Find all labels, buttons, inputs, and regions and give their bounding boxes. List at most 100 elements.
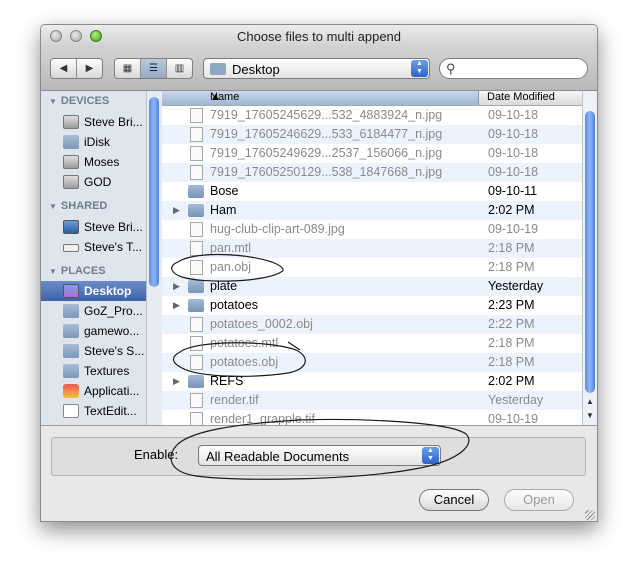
forward-button[interactable]: ▶	[76, 59, 102, 78]
file-date: 2:23 PM	[488, 298, 535, 312]
file-row[interactable]: pan.obj 2:18 PM	[162, 258, 582, 277]
file-row[interactable]: pan.mtl 2:18 PM	[162, 239, 582, 258]
file-row[interactable]: potatoes.obj 2:18 PM	[162, 353, 582, 372]
document-icon	[190, 241, 203, 256]
sidebar-item-applications[interactable]: Applicati...	[41, 381, 145, 401]
sidebar-item-idisk[interactable]: iDisk	[41, 132, 145, 152]
sidebar-item-textures[interactable]: Textures	[41, 361, 145, 381]
location-label: Desktop	[232, 62, 280, 77]
file-row[interactable]: render1_grapple.tif 09-10-19	[162, 410, 582, 425]
sidebar-item-steve-bri-shared[interactable]: Steve Bri...	[41, 217, 145, 237]
file-date: 2:18 PM	[488, 241, 535, 255]
sidebar-scroll-thumb[interactable]	[149, 97, 159, 287]
file-row[interactable]: potatoes.mtl 2:18 PM	[162, 334, 582, 353]
enable-popup[interactable]: All Readable Documents ▲ ▼	[198, 445, 441, 466]
file-list-scroll-thumb[interactable]	[585, 111, 595, 393]
file-name: 7919_17605249629...2537_156066_n.jpg	[210, 146, 443, 160]
file-date: 2:18 PM	[488, 355, 535, 369]
column-view-icon: ▥	[174, 63, 185, 74]
disclosure-triangle-icon[interactable]: ▶	[173, 300, 180, 311]
folder-icon	[63, 304, 79, 318]
file-row[interactable]: render.tif Yesterday	[162, 391, 582, 410]
file-name: potatoes	[210, 298, 258, 312]
cancel-button[interactable]: Cancel	[419, 489, 489, 511]
hard-disk-icon	[63, 155, 79, 169]
folder-icon	[63, 324, 79, 338]
sidebar-item-steves-t[interactable]: Steve's T...	[41, 237, 145, 257]
document-icon	[190, 336, 203, 351]
file-list-scrollbar[interactable]: ▲ ▼	[582, 91, 597, 425]
file-row[interactable]: 7919_17605246629...533_6184477_n.jpg 09-1…	[162, 125, 582, 144]
search-field[interactable]: ⚲	[439, 58, 588, 79]
sidebar-section-places[interactable]: ▼ PLACES	[49, 265, 106, 277]
disclosure-triangle-icon[interactable]: ▶	[173, 205, 180, 216]
file-row[interactable]: ▶ potatoes 2:23 PM	[162, 296, 582, 315]
sidebar-section-devices[interactable]: ▼ DEVICES	[49, 95, 109, 107]
folder-icon	[188, 280, 204, 293]
date-modified-column-header[interactable]: Date Modified	[487, 91, 555, 103]
file-list: Name ▲ Date Modified 7919_17605245629...…	[162, 91, 597, 425]
file-row[interactable]: ▶ REFS 2:02 PM	[162, 372, 582, 391]
file-row[interactable]: 7919_17605250129...538_1847668_n.jpg 09-1…	[162, 163, 582, 182]
file-date: Yesterday	[488, 393, 544, 407]
icon-view-button[interactable]: ▦	[115, 59, 140, 78]
hard-disk-icon	[63, 115, 79, 129]
sidebar-item-steve-bri-disk[interactable]: Steve Bri...	[41, 112, 145, 132]
file-name: Bose	[210, 184, 239, 198]
window-title: Choose files to multi append	[236, 29, 402, 44]
file-row[interactable]: potatoes_0002.obj 2:22 PM	[162, 315, 582, 334]
file-name: render.tif	[210, 393, 259, 407]
idisk-icon	[63, 135, 79, 149]
icon-view-icon: ▦	[122, 63, 133, 74]
open-button[interactable]: Open	[504, 489, 574, 511]
sidebar-item-textedit[interactable]: TextEdit...	[41, 401, 145, 421]
file-row[interactable]: ▶ Ham 2:02 PM	[162, 201, 582, 220]
sidebar-item-goz-pro[interactable]: GoZ_Pro...	[41, 301, 145, 321]
file-date: 2:22 PM	[488, 317, 535, 331]
file-row[interactable]: 7919_17605249629...2537_156066_n.jpg 09-1…	[162, 144, 582, 163]
file-date: 2:02 PM	[488, 374, 535, 388]
folder-icon	[63, 364, 79, 378]
document-icon	[190, 165, 203, 180]
file-date: 09-10-18	[488, 165, 539, 179]
sidebar-item-desktop[interactable]: Desktop	[41, 281, 148, 301]
file-row[interactable]: Bose 09-10-11	[162, 182, 582, 201]
applications-icon	[63, 384, 79, 398]
sidebar-item-steves-s[interactable]: Steve's S...	[41, 341, 145, 361]
sidebar-item-god[interactable]: GOD	[41, 172, 145, 192]
file-date: 09-10-18	[488, 146, 539, 160]
list-view-button[interactable]: ☰	[140, 59, 166, 78]
title-bar[interactable]: Choose files to multi append	[41, 25, 597, 49]
dialog-bottom: Enable: All Readable Documents ▲ ▼ Cancel…	[41, 425, 597, 521]
file-name: 7919_17605246629...533_6184477_n.jpg	[210, 127, 443, 141]
sidebar-item-gamewo[interactable]: gamewo...	[41, 321, 145, 341]
file-row[interactable]: hug-club-clip-art-089.jpg 09-10-19	[162, 220, 582, 239]
sidebar-section-shared[interactable]: ▼ SHARED	[49, 200, 107, 212]
view-mode-control: ▦ ☰ ▥	[114, 58, 193, 79]
disclosure-triangle-icon[interactable]: ▶	[173, 281, 180, 292]
document-icon	[190, 260, 203, 275]
resize-grip-icon[interactable]	[585, 510, 595, 520]
file-row[interactable]: 7919_17605245629...532_4883924_n.jpg 09-1…	[162, 106, 582, 125]
back-button[interactable]: ◀	[51, 59, 76, 78]
file-name: plate	[210, 279, 238, 293]
sidebar-scrollbar[interactable]	[146, 91, 162, 425]
name-column-header[interactable]: Name ▲	[162, 91, 479, 105]
file-name: pan.mtl	[210, 241, 251, 255]
document-icon	[190, 108, 203, 123]
document-icon	[190, 222, 203, 237]
file-name: potatoes.obj	[210, 355, 279, 369]
file-row[interactable]: ▶ plate Yesterday	[162, 277, 582, 296]
sidebar: ▼ DEVICES Steve Bri... iDisk Moses GOD ▼ S…	[41, 91, 163, 425]
document-icon	[190, 146, 203, 161]
folder-icon	[188, 204, 204, 217]
scroll-up-arrow-icon[interactable]: ▲	[586, 397, 594, 406]
disclosure-triangle-icon[interactable]: ▶	[173, 376, 180, 387]
column-view-button[interactable]: ▥	[166, 59, 192, 78]
document-icon	[190, 355, 203, 370]
back-forward-control: ◀ ▶	[50, 58, 103, 79]
scroll-down-arrow-icon[interactable]: ▼	[586, 411, 594, 420]
sidebar-item-moses[interactable]: Moses	[41, 152, 145, 172]
file-name: pan.obj	[210, 260, 252, 274]
location-popup[interactable]: Desktop ▲ ▼	[203, 58, 430, 79]
